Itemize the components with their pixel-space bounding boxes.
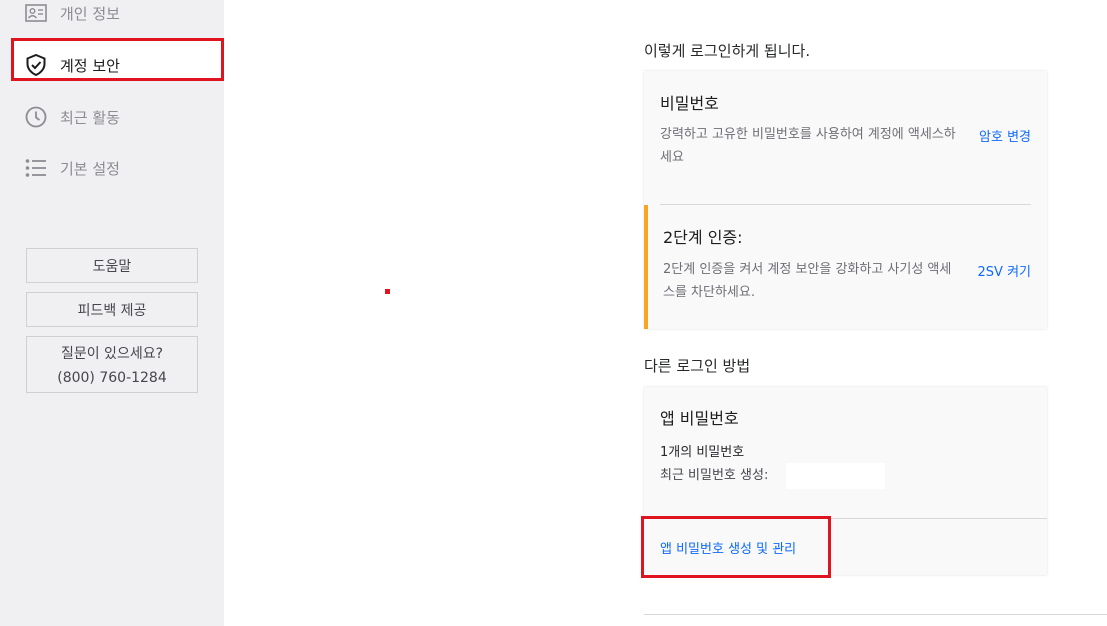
sidebar-item-recent-activity[interactable]: 최근 활동 <box>24 105 120 129</box>
contact-phone: (800) 760-1284 <box>57 370 167 386</box>
sidebar-item-label: 개인 정보 <box>60 4 120 23</box>
enable-2sv-link[interactable]: 2SV 켜기 <box>978 261 1031 280</box>
red-marker <box>385 289 390 294</box>
two-step-title: 2단계 인증: <box>663 228 743 247</box>
app-password-count: 1개의 비밀번호 <box>660 445 745 460</box>
app-password-title: 앱 비밀번호 <box>660 409 739 428</box>
manage-link-highlight-frame <box>641 516 831 578</box>
sidebar-item-account-security[interactable]: 계정 보안 <box>24 53 120 77</box>
two-step-description: 2단계 인증을 켜서 계정 보안을 강화하고 사기성 액세스를 차단하세요. <box>663 262 952 300</box>
password-description: 강력하고 고유한 비밀번호를 사용하여 계정에 액세스하세요 <box>660 127 956 165</box>
clock-icon <box>24 105 48 129</box>
signin-methods-card: 비밀번호 강력하고 고유한 비밀번호를 사용하여 계정에 액세스하세요 암호 변… <box>644 71 1047 329</box>
password-title: 비밀번호 <box>660 94 719 113</box>
shield-check-icon <box>24 53 48 77</box>
signin-section-title: 이렇게 로그인하게 됩니다. <box>644 42 811 60</box>
sidebar-item-label: 최근 활동 <box>60 108 120 127</box>
recent-password-label: 최근 비밀번호 생성: <box>660 468 769 483</box>
contact-question: 질문이 있으세요? <box>60 346 164 362</box>
sidebar-item-personal-info[interactable]: 개인 정보 <box>24 1 120 25</box>
feedback-button[interactable]: 피드백 제공 <box>26 292 198 327</box>
redacted-date <box>786 463 885 489</box>
two-step-section: 2단계 인증: 2단계 인증을 켜서 계정 보안을 강화하고 사기성 액세스를 … <box>644 205 1047 329</box>
list-icon <box>24 156 48 180</box>
contact-box[interactable]: 질문이 있으세요? (800) 760-1284 <box>26 336 198 393</box>
change-password-link[interactable]: 암호 변경 <box>979 126 1031 145</box>
bottom-divider <box>644 614 1107 615</box>
sidebar: 개인 정보 계정 보안 최근 활동 기본 설정 도움말 피드백 제공 질문이 있… <box>0 0 224 626</box>
help-button[interactable]: 도움말 <box>26 248 198 283</box>
id-card-icon <box>24 1 48 25</box>
sidebar-item-preferences[interactable]: 기본 설정 <box>24 156 120 180</box>
other-methods-title: 다른 로그인 방법 <box>644 357 751 375</box>
sidebar-item-label: 계정 보안 <box>60 56 120 75</box>
sidebar-item-label: 기본 설정 <box>60 159 120 178</box>
